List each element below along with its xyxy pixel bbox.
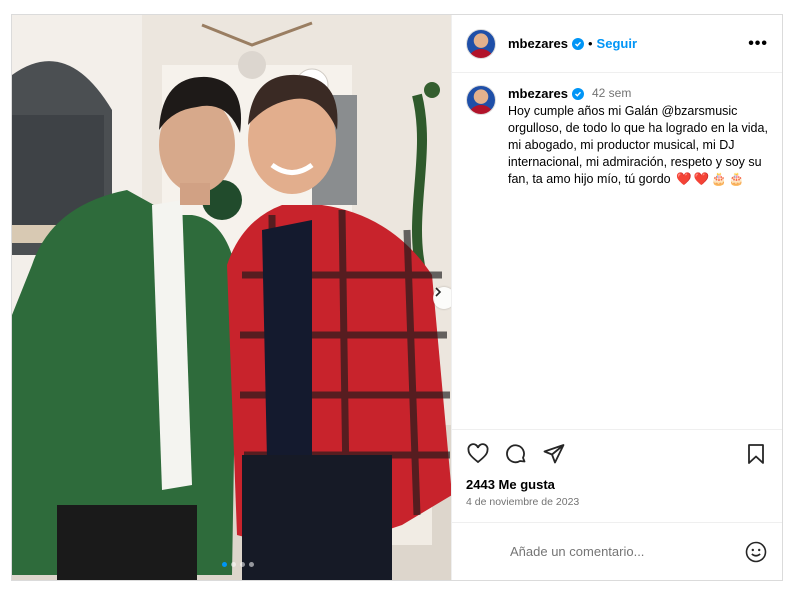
caption-username[interactable]: mbezares <box>508 85 568 102</box>
caption-text-block: Hoy cumple años mi Galán @bzarsmusic org… <box>508 103 768 188</box>
caption-body: mbezares 42 sem Hoy cumple años mi Galán… <box>508 85 768 417</box>
carousel-indicator <box>222 562 254 567</box>
comment-input[interactable] <box>510 544 744 559</box>
verified-badge-icon <box>571 37 584 50</box>
caption: mbezares 42 sem Hoy cumple años mi Galán… <box>452 73 782 429</box>
post-photo[interactable] <box>12 15 451 580</box>
verified-badge-icon <box>571 87 584 100</box>
comment-box <box>452 522 782 580</box>
comment-icon[interactable] <box>504 442 528 466</box>
follow-button[interactable]: Seguir <box>597 36 637 51</box>
carousel-dot <box>222 562 227 567</box>
heart-emoji: ❤️ <box>693 172 710 187</box>
caption-emojis: ❤️ ❤️ 🎂 🎂 <box>676 171 744 188</box>
post-time[interactable]: 42 sem <box>592 85 631 102</box>
post-header: mbezares • Seguir ••• <box>452 15 782 73</box>
instagram-post: mbezares • Seguir ••• mbezares 42 sem Ho… <box>11 14 783 581</box>
cake-emoji: 🎂 <box>711 172 727 187</box>
heart-emoji: ❤️ <box>676 172 692 187</box>
avatar[interactable] <box>466 85 496 115</box>
more-icon[interactable]: ••• <box>748 35 768 53</box>
likes-count[interactable]: 2443 Me gusta <box>452 477 782 492</box>
post-sidebar: mbezares • Seguir ••• mbezares 42 sem Ho… <box>451 15 782 580</box>
heart-icon[interactable] <box>466 442 490 466</box>
post-date: 4 de noviembre de 2023 <box>466 496 580 508</box>
cake-emoji: 🎂 <box>728 172 745 187</box>
caption-header: mbezares 42 sem <box>508 85 768 102</box>
avatar[interactable] <box>466 28 496 59</box>
carousel-dot <box>231 562 236 567</box>
carousel-next-button[interactable] <box>433 287 451 309</box>
emoji-icon[interactable] <box>744 540 768 564</box>
action-bar <box>452 429 782 477</box>
photo-illustration <box>12 15 451 580</box>
carousel-dot <box>249 562 254 567</box>
separator: • <box>587 36 593 51</box>
author-username[interactable]: mbezares <box>508 36 568 51</box>
share-icon[interactable] <box>542 442 566 466</box>
carousel-dot <box>240 562 245 567</box>
bookmark-icon[interactable] <box>744 442 768 466</box>
